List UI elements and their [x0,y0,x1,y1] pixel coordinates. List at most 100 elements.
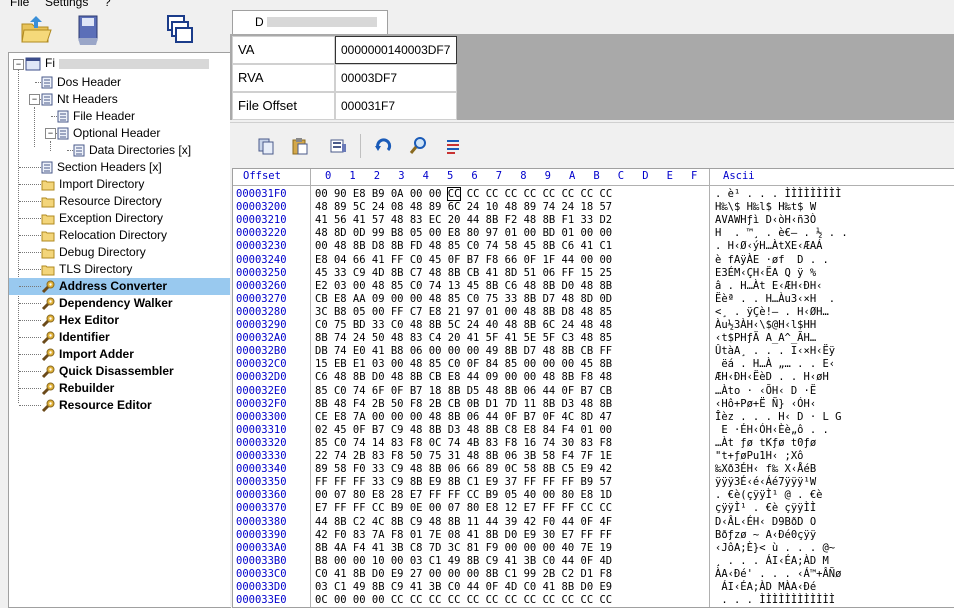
row-bytes[interactable]: 0C 00 00 00 CC CC CC CC CC CC CC CC CC C… [315,594,612,607]
tab-file[interactable]: D [232,10,388,35]
row-bytes[interactable]: 8B 4A F4 41 3B C8 7D 3C 81 F9 00 00 00 4… [315,542,612,555]
collapse-button[interactable]: − [29,94,40,105]
tree-item[interactable]: File Header [57,108,135,125]
tree-item[interactable]: Relocation Directory [41,227,167,244]
row-ascii[interactable]: Bðƒzø ~ A‹Ðé0çÿÿ [715,529,816,542]
row-bytes[interactable]: 22 74 2B 83 F8 50 75 31 48 8B 06 3B 58 F… [315,450,612,463]
save-icon[interactable] [70,12,106,48]
select-block-icon[interactable] [444,136,464,156]
tree-item[interactable]: Quick Disassembler [41,363,174,380]
tree-item[interactable]: Debug Directory [41,244,146,261]
row-bytes[interactable]: 00 48 8B D8 8B FD 48 85 C0 74 58 45 8B C… [315,240,612,253]
goto-icon[interactable] [374,136,394,156]
row-ascii[interactable]: Ëèª . . H…Àu3‹×H . [715,293,835,306]
tree-item[interactable]: Hex Editor [41,312,119,329]
row-ascii[interactable]: ÀA‹Ðé' . . . ‹Á™+ÂÑø [715,568,841,581]
row-ascii[interactable]: ‹t$PHƒÄ A_A^_ÃH… [715,332,816,345]
byte-cursor[interactable]: CC [446,187,462,201]
row-bytes[interactable]: 8B 74 24 50 48 83 C4 20 41 5F 41 5E 5F C… [315,332,612,345]
row-ascii[interactable]: . H‹Ø‹ýH…ÀtXE‹ÆAÁ [715,240,822,253]
open-folder-icon[interactable] [18,12,54,48]
row-bytes[interactable]: 85 C0 74 6F 0F B7 18 8B D5 48 8B 06 44 0… [315,385,612,398]
row-ascii[interactable]: E3ÉM‹ÇH‹ËA Q ÿ % [715,267,816,280]
row-ascii[interactable]: ‹Hô+Pø+Ë Ñ} ‹ÓH‹ [715,398,816,411]
row-bytes[interactable]: 41 56 41 57 48 83 EC 20 44 8B F2 48 8B F… [315,214,612,227]
explorer-tree[interactable]: − Fi Dos Header Nt Headers File Header Opti… [8,52,231,608]
tree-item[interactable]: Import Directory [41,176,144,193]
row-bytes[interactable]: C0 75 BD 33 C0 48 8B 5C 24 40 48 8B 6C 2… [315,319,612,332]
tree-item[interactable]: Import Adder [41,346,134,363]
tree-item[interactable]: Optional Header [57,125,160,142]
row-bytes[interactable]: 48 8D 0D 99 B8 05 00 E8 80 97 01 00 BD 0… [315,227,612,240]
tree-item[interactable]: Address Converter [9,278,231,295]
row-ascii[interactable]: ‰Xð3ÉH‹ f‰ X‹ÅéB [715,463,816,476]
row-bytes[interactable]: 85 C0 74 14 83 F8 0C 74 4B 83 F8 16 74 3… [315,437,612,450]
paste-icon[interactable] [290,136,310,156]
row-bytes[interactable]: 00 90 E8 B9 0A 00 00 CC CC CC CC CC CC C… [315,187,612,201]
row-ascii[interactable]: …Àt ƒø tKƒø t0ƒø [715,437,816,450]
row-bytes[interactable]: E8 04 66 41 FF C0 45 0F B7 F8 66 0F 1F 4… [315,254,612,267]
row-ascii[interactable]: …Àto · ‹ÕH‹ D ·Ë [715,385,816,398]
tree-item[interactable]: Dos Header [41,74,121,91]
row-ascii[interactable]: ÛtàA¸ . . . I‹×H‹Ëÿ [715,345,835,358]
tree-item[interactable]: Exception Directory [41,210,163,227]
row-bytes[interactable]: E7 FF FF CC B9 0E 00 07 80 E8 12 E7 FF F… [315,502,612,515]
copy-icon[interactable] [256,136,276,156]
tree-root[interactable]: Fi [25,55,55,72]
row-bytes[interactable]: 44 8B C2 4C 8B C9 48 8B 11 44 39 42 F0 4… [315,516,612,529]
rva-field[interactable]: 00003DF7 [335,64,457,92]
row-bytes[interactable]: 15 EB E1 03 00 48 85 C0 0F 84 85 00 00 0… [315,358,612,371]
menu-settings[interactable]: Settings [45,0,88,9]
row-bytes[interactable]: 03 C1 49 8B C9 41 3B C0 44 0F 4D C0 41 8… [315,581,612,594]
row-bytes[interactable]: FF FF FF 33 C9 8B E9 8B C1 E9 37 FF FF F… [315,476,612,489]
tree-item[interactable]: TLS Directory [41,261,132,278]
row-ascii[interactable]: ‹JôA;È}< ù . . . @~ [715,542,841,555]
menu-help[interactable]: ? [104,0,111,9]
tree-item[interactable]: Data Directories [x] [73,142,191,159]
hex-editor-view[interactable]: Offset Ascii 0123456789ABCDEF 000031F0 00… [232,168,954,608]
collapse-button[interactable]: − [45,128,56,139]
row-bytes[interactable]: 45 33 C9 4D 8B C7 48 8B CB 41 8D 51 06 F… [315,267,612,280]
row-ascii[interactable]: ÆH‹ÐH‹ËèD . . H‹øH [715,371,829,384]
row-ascii[interactable]: Àu½3ÀH‹\$@H‹l$HH [715,319,816,332]
row-bytes[interactable]: 02 45 0F B7 C9 48 8B D3 48 8B C8 E8 84 F… [315,424,612,437]
row-ascii[interactable]: ÿÿÿ3É‹é‹Áé7ÿÿÿ¹W [715,476,816,489]
row-bytes[interactable]: C0 41 8B D0 E9 27 00 00 00 8B C1 99 2B C… [315,568,612,581]
row-bytes[interactable]: DB 74 E0 41 B8 06 00 00 00 49 8B D7 48 8… [315,345,612,358]
row-ascii[interactable]: AVAWHƒì D‹òH‹ñ3Ò [715,214,816,227]
tree-item[interactable]: Resource Editor [41,397,152,414]
row-ascii[interactable]: D‹ÂL‹ÉH‹ D9BðD O [715,516,816,529]
tree-item[interactable]: Identifier [41,329,110,346]
fill-icon[interactable] [328,136,348,156]
row-bytes[interactable]: 00 07 80 E8 28 E7 FF FF CC B9 05 40 00 8… [315,489,612,502]
row-ascii[interactable]: ÁI‹ÉA;ÀD MÀA‹Ðé [715,581,816,594]
row-ascii[interactable]: è fAÿÀE ·øf D . . [715,254,829,267]
tree-item[interactable]: Nt Headers [41,91,118,108]
row-ascii[interactable]: "t+ƒøPu1H‹ ;Xô [715,450,816,463]
row-bytes[interactable]: 89 58 F0 33 C9 48 8B 06 66 89 0C 58 8B C… [315,463,612,476]
windows-icon[interactable] [162,12,198,48]
tree-item[interactable]: Section Headers [x] [41,159,162,176]
row-ascii[interactable]: H . ™¸ . è€— . ½ . . [715,227,848,240]
row-ascii[interactable]: E ·ÉH‹ÓH‹Èè„ô . . [715,424,828,437]
row-ascii[interactable]: çÿÿÌ¹ . €è çÿÿÌÌ [715,502,816,515]
menu-file[interactable]: File [10,0,29,9]
row-bytes[interactable]: CB E8 AA 09 00 00 48 85 C0 75 33 8B D7 4… [315,293,612,306]
row-bytes[interactable]: 3C B8 05 00 FF C7 E8 21 97 01 00 48 8B D… [315,306,612,319]
row-ascii[interactable]: â . H…Àt E‹ÆH‹ÐH‹ [715,280,822,293]
row-ascii[interactable]: ¸ . . . ÁI‹ÉA;ÀD M [715,555,829,568]
row-ascii[interactable]: <¸ . ÿÇè!— . H‹ØH… [715,306,829,319]
root-collapse-button[interactable]: − [13,59,24,70]
tree-item[interactable]: Dependency Walker [41,295,173,312]
row-ascii[interactable]: . . . ÌÌÌÌÌÌÌÌÌÌÌÌ [715,594,835,607]
va-field[interactable]: 0000000140003DF7 [335,36,457,64]
row-ascii[interactable]: Îèz . . . H‹ D · L G [715,411,841,424]
row-bytes[interactable]: 48 89 5C 24 08 48 89 6C 24 10 48 89 74 2… [315,201,612,214]
row-bytes[interactable]: C6 48 8B D0 48 8B CB E8 44 09 00 00 48 8… [315,371,612,384]
search-icon[interactable] [408,136,428,156]
row-ascii[interactable]: ëá . H…À „… . . E‹ [715,358,835,371]
row-bytes[interactable]: 42 F0 83 7A F8 01 7E 08 41 8B D0 E9 30 E… [315,529,612,542]
row-bytes[interactable]: CE E8 7A 00 00 00 48 8B 06 44 0F B7 0F 4… [315,411,612,424]
row-bytes[interactable]: B8 00 00 10 00 03 C1 49 8B C9 41 3B C0 4… [315,555,612,568]
row-bytes[interactable]: E2 03 00 48 85 C0 74 13 45 8B C6 48 8B D… [315,280,612,293]
